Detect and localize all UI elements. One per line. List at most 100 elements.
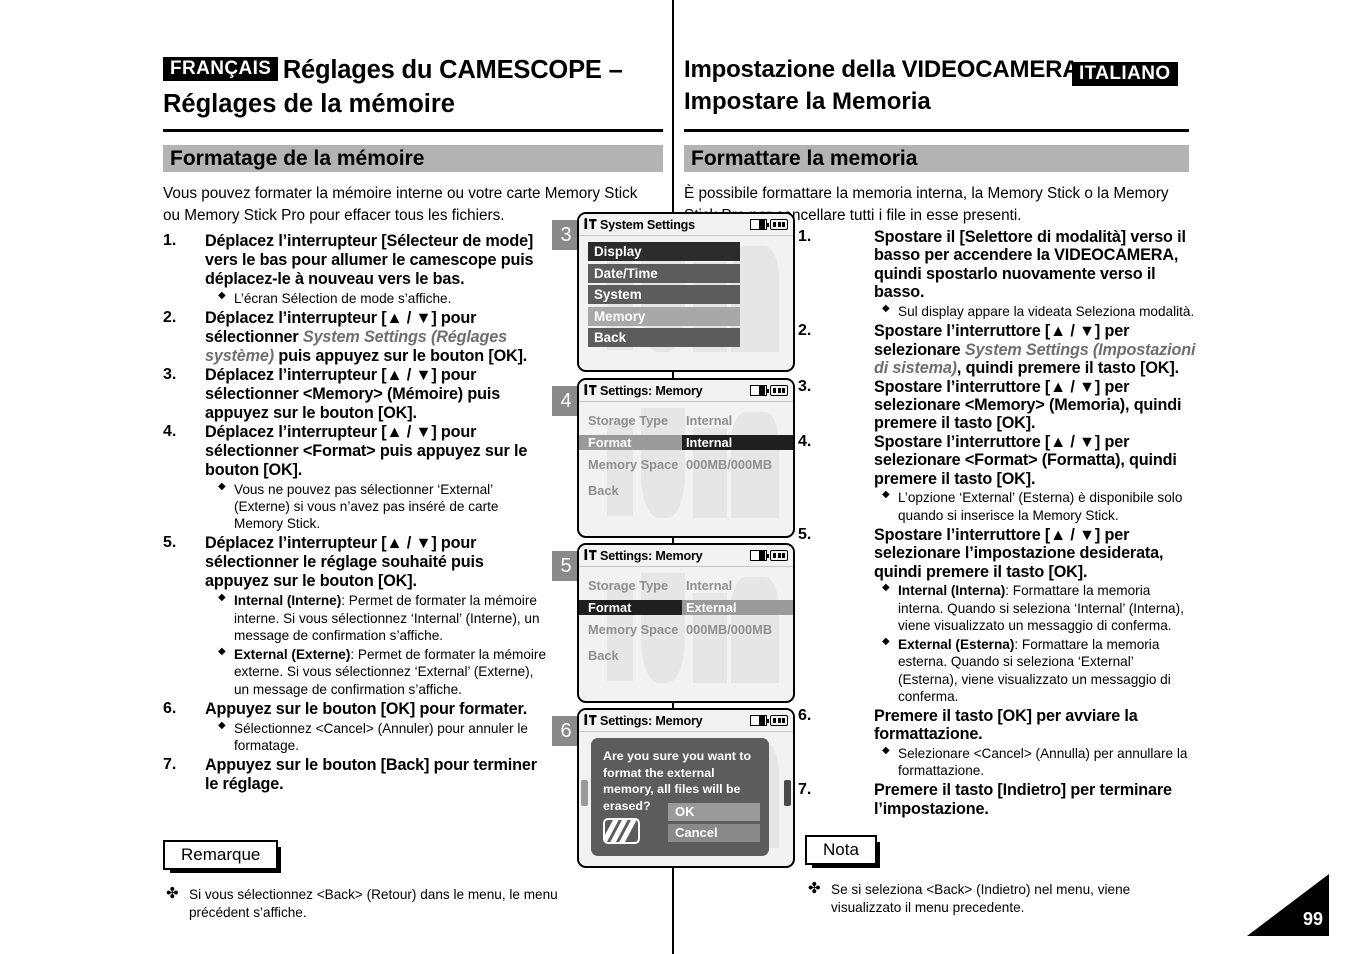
step-item: 1. Spostare il [Selettore di modalità] ve… bbox=[798, 228, 1196, 320]
battery-icon bbox=[767, 715, 788, 726]
menu-item-back[interactable]: Back bbox=[588, 328, 740, 347]
step-text: Appuyez sur le bouton [Back] pour termin… bbox=[205, 756, 537, 794]
step-number: 3. bbox=[163, 365, 177, 383]
step-body: Spostare il [Selettore di modalità] vers… bbox=[874, 228, 1196, 320]
battery-icon bbox=[767, 385, 788, 396]
step-item: 1. Déplacez l’interrupteur [Sélecteur de … bbox=[163, 232, 551, 307]
step-bullet: External (Externe): Permet de formater l… bbox=[218, 646, 551, 698]
settings-row-value: External bbox=[682, 599, 793, 615]
settings-row-format[interactable]: Format External bbox=[579, 597, 793, 617]
settings-row-value: Internal bbox=[686, 412, 733, 428]
french-title-line1: Réglages du CAMESCOPE – bbox=[282, 56, 623, 84]
french-header: FRANÇAIS Réglages du CAMESCOPE – Réglage… bbox=[163, 55, 663, 121]
settings-row-format[interactable]: Format Internal bbox=[579, 432, 793, 452]
menu-item-memory[interactable]: Memory bbox=[588, 306, 740, 326]
step-bullet: Sélectionnez <Cancel> (Annuler) pour ann… bbox=[218, 720, 551, 755]
italian-steps-list: 1. Spostare il [Selettore di modalità] ve… bbox=[798, 228, 1196, 818]
step-bullet: L’opzione ‘External’ (Esterna) è disponi… bbox=[882, 489, 1196, 524]
step-item: 6. Premere il tasto [OK] per avviare la f… bbox=[798, 707, 1196, 779]
lcd-menu: Display Date/Time System Memory Back bbox=[579, 236, 793, 347]
lcd-header: Settings: Memory bbox=[579, 710, 793, 732]
step-body: Spostare l’interruttore [▲ / ▼] per sele… bbox=[874, 433, 1196, 524]
lcd-status-icons bbox=[750, 385, 788, 396]
bullet-term: Internal (Interna) bbox=[898, 583, 1006, 599]
step-item: 2. Déplacez l’interrupteur [▲ / ▼] pour s… bbox=[163, 309, 551, 366]
italian-title-line2: Impostare la Memoria bbox=[684, 88, 931, 115]
step-body: Premere il tasto [Indietro] per terminar… bbox=[874, 781, 1196, 818]
step-bullet: L’écran Sélection de mode s’affiche. bbox=[218, 290, 551, 307]
step-text: Déplacez l’interrupteur [▲ / ▼] pour sél… bbox=[205, 534, 484, 591]
lcd-title: System Settings bbox=[600, 217, 695, 232]
memory-card-icon bbox=[750, 550, 767, 561]
note-marker-icon: ✤ bbox=[808, 880, 821, 898]
step-body: Appuyez sur le bouton [OK] pour formater… bbox=[205, 700, 551, 754]
settings-row-value: 000MB/000MB bbox=[686, 456, 773, 472]
italian-note-box: Nota ✤ Se si seleziona <Back> (Indietro)… bbox=[805, 835, 1201, 917]
menu-item-system[interactable]: System bbox=[588, 285, 740, 304]
language-tag-italian: ITALIANO bbox=[1072, 62, 1178, 86]
step-text: Spostare l’interruttore [▲ / ▼] per sele… bbox=[874, 525, 1164, 581]
settings-row-memory-space[interactable]: Memory Space 000MB/000MB bbox=[579, 454, 793, 474]
memory-card-icon bbox=[750, 219, 767, 230]
dialog-ok-button[interactable]: OK bbox=[668, 803, 760, 821]
step-number: 5. bbox=[798, 525, 812, 543]
step-number: 7. bbox=[798, 781, 812, 799]
settings-row-storage-type[interactable]: Storage Type Internal bbox=[579, 410, 793, 430]
battery-icon bbox=[767, 550, 788, 561]
memory-card-icon bbox=[750, 385, 767, 396]
menu-item-date-time[interactable]: Date/Time bbox=[588, 263, 740, 283]
lcd-title: Settings: Memory bbox=[600, 713, 703, 728]
step-text: Spostare l’interruttore [▲ / ▼] per sele… bbox=[874, 432, 1177, 488]
settings-row-memory-space[interactable]: Memory Space 000MB/000MB bbox=[579, 619, 793, 639]
step-text: Spostare il [Selettore di modalità] vers… bbox=[874, 228, 1186, 302]
step-number: 5. bbox=[163, 534, 177, 552]
settings-row-back[interactable]: Back bbox=[579, 645, 793, 665]
step-item: 5. Spostare l’interruttore [▲ / ▼] per se… bbox=[798, 526, 1196, 705]
settings-tools-icon bbox=[584, 714, 597, 727]
settings-row-label: Memory Space bbox=[588, 456, 679, 472]
french-note-box: Remarque ✤ Si vous sélectionnez <Back> (… bbox=[163, 840, 559, 922]
step-number: 6. bbox=[163, 699, 177, 717]
step-body: Déplacez l’interrupteur [▲ / ▼] pour sél… bbox=[205, 534, 551, 697]
step-text: Premere il tasto [OK] per avviare la for… bbox=[874, 707, 1138, 744]
menu-item-display[interactable]: Display bbox=[588, 242, 740, 261]
step-body: Déplacez l’interrupteur [Sélecteur de mo… bbox=[205, 232, 551, 307]
bullet-term: Internal (Interne) bbox=[234, 593, 342, 609]
step-number: 2. bbox=[163, 309, 177, 327]
lcd-body: Storage Type Internal Format External Memory… bbox=[579, 567, 793, 700]
lcd-settings-rows: Storage Type Internal Format External Memory… bbox=[579, 567, 793, 665]
settings-row-storage-type[interactable]: Storage Type Internal bbox=[579, 575, 793, 595]
step-number: 7. bbox=[163, 756, 177, 774]
settings-row-back[interactable]: Back bbox=[579, 480, 793, 500]
screen-step-badge: 6 bbox=[552, 716, 580, 746]
screen-step-badge: 5 bbox=[552, 551, 580, 581]
lcd-status-icons bbox=[750, 715, 788, 726]
french-note-text: Si vous sélectionnez <Back> (Retour) dan… bbox=[189, 887, 558, 920]
step-text: Déplacez l’interrupteur [▲ / ▼] pour sél… bbox=[205, 309, 528, 366]
step-body: Spostare l’interruttore [▲ / ▼] per sele… bbox=[874, 526, 1196, 705]
lcd-frame: Settings: Memory Are you sure you want to… bbox=[577, 708, 795, 868]
settings-row-label: Format bbox=[579, 434, 682, 450]
dialog-cancel-button[interactable]: Cancel bbox=[668, 824, 760, 842]
memory-card-icon bbox=[603, 818, 640, 844]
language-tag-french: FRANÇAIS bbox=[163, 57, 279, 81]
settings-tools-icon bbox=[584, 384, 597, 397]
step-italic-term: System Settings (Réglages système) bbox=[205, 328, 507, 366]
step-item: 5. Déplacez l’interrupteur [▲ / ▼] pour s… bbox=[163, 534, 551, 697]
italian-header-rule bbox=[684, 129, 1189, 132]
lcd-frame: System Settings Display Date/Time System Mem… bbox=[577, 212, 795, 372]
french-header-rule bbox=[163, 129, 663, 132]
scroll-indicator-right bbox=[784, 780, 791, 806]
step-text: Spostare l’interruttore [▲ / ▼] per sele… bbox=[874, 322, 1196, 378]
lcd-status-icons bbox=[750, 219, 788, 230]
step-item: 6. Appuyez sur le bouton [OK] pour format… bbox=[163, 700, 551, 754]
step-item: 4. Déplacez l’interrupteur [▲ / ▼] pour s… bbox=[163, 423, 551, 533]
language-tag-italian-wrap: ITALIANO bbox=[1072, 62, 1178, 88]
lcd-settings-rows: Storage Type Internal Format Internal Memory… bbox=[579, 402, 793, 500]
italian-note-body: ✤ Se si seleziona <Back> (Indietro) nel … bbox=[805, 880, 1201, 916]
page-number-badge: 99 bbox=[1247, 874, 1329, 936]
step-number: 1. bbox=[798, 228, 812, 245]
memory-card-icon bbox=[750, 715, 767, 726]
settings-row-value: Internal bbox=[686, 577, 733, 593]
lcd-body: Storage Type Internal Format Internal Memory… bbox=[579, 402, 793, 535]
